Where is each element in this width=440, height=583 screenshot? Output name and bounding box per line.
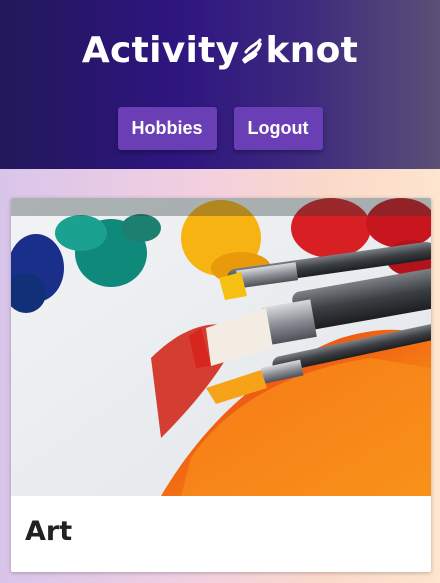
activity-card-art[interactable]: Art <box>11 198 431 572</box>
logout-button[interactable]: Logout <box>233 107 323 150</box>
card-image <box>11 198 431 496</box>
hobbies-button[interactable]: Hobbies <box>117 107 217 150</box>
card-title: Art <box>25 516 73 547</box>
brand-logo[interactable]: Activity knot <box>0 30 440 75</box>
brand-name-left: Activity <box>81 30 240 71</box>
brand-name-right: knot <box>265 30 359 71</box>
knot-icon <box>240 34 264 75</box>
main-nav: Hobbies Logout <box>0 107 440 150</box>
app-header: Activity knot Hobbies Logout <box>0 0 440 169</box>
